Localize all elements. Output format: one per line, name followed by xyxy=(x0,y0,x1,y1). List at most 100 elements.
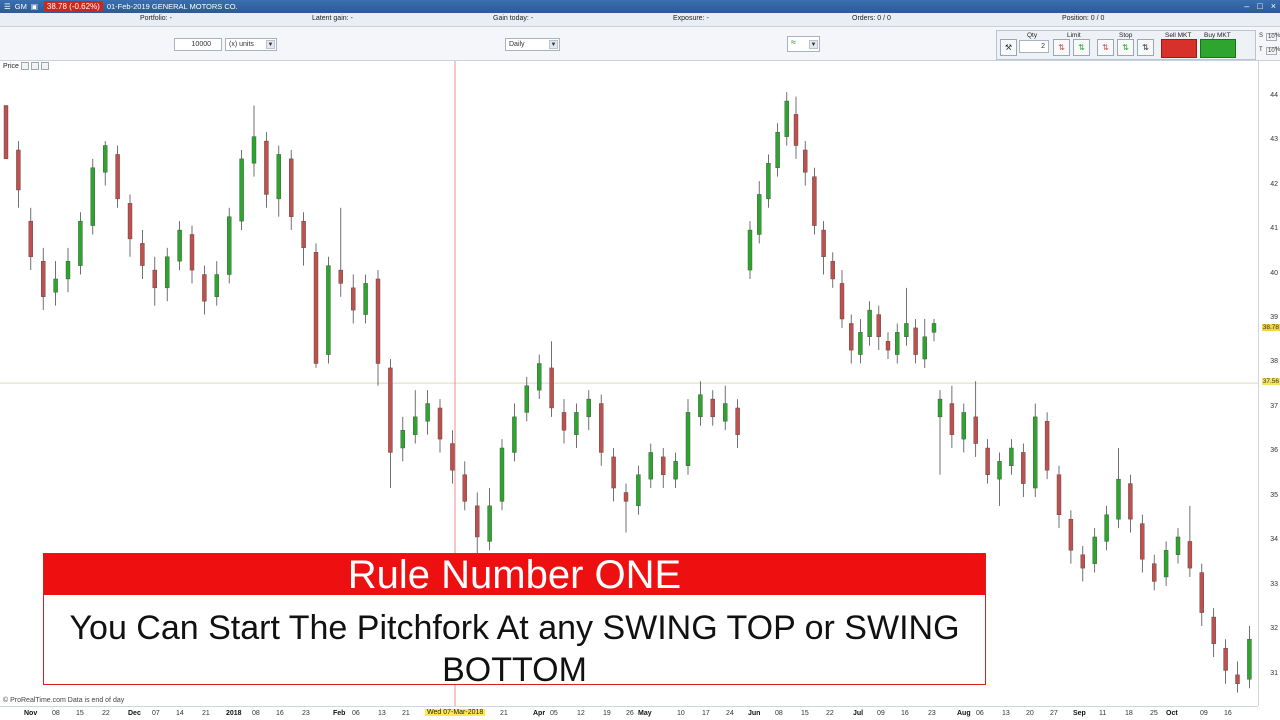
wrench-icon[interactable] xyxy=(20,62,29,70)
stop-sell-button[interactable]: ⇅ xyxy=(1097,39,1114,56)
candle xyxy=(961,403,966,453)
add-indicator-icon[interactable] xyxy=(40,62,49,70)
candle xyxy=(537,354,542,400)
candle-body xyxy=(830,260,835,280)
candle xyxy=(1235,661,1240,693)
symbol-label[interactable]: GM xyxy=(15,2,27,11)
candle-body xyxy=(648,452,653,480)
candle-body xyxy=(673,461,678,480)
x-tick-label: 13 xyxy=(378,710,386,717)
limit-buy-button[interactable]: ⇅ xyxy=(1073,39,1090,56)
info-icon[interactable]: ▣ xyxy=(31,2,38,11)
buy-market-button[interactable] xyxy=(1200,39,1236,58)
gain-today-info: Gain today: - xyxy=(493,15,534,22)
x-tick-label: Apr xyxy=(533,710,546,717)
close-icon[interactable]: × xyxy=(1271,1,1276,11)
candle xyxy=(28,207,33,271)
candle xyxy=(1223,639,1228,684)
candle-body xyxy=(264,140,269,195)
wrench-icon[interactable]: ⚒ xyxy=(1000,39,1017,56)
candle xyxy=(611,448,616,502)
orders-info[interactable]: Orders: 0 / 0 xyxy=(852,15,891,22)
candle xyxy=(1140,514,1145,573)
x-tick-label: 21 xyxy=(402,710,410,717)
candle-body xyxy=(803,149,808,173)
qty-input[interactable]: 2 xyxy=(1019,40,1049,53)
candle-body xyxy=(512,416,517,453)
y-tick-label: 42 xyxy=(1270,180,1278,188)
candle xyxy=(524,376,529,422)
candle-body xyxy=(1247,639,1252,680)
rule-body: You Can Start The Pitchfork At any SWING… xyxy=(69,609,960,689)
t-label: T xyxy=(1259,47,1263,53)
maximize-icon[interactable]: □ xyxy=(1257,1,1262,11)
rule-banner: Rule Number ONE You Can Start The Pitchf… xyxy=(43,553,986,689)
menu-icon[interactable]: ☰ xyxy=(4,2,11,11)
candle-body xyxy=(102,145,108,173)
candle xyxy=(830,252,835,288)
candle-body xyxy=(1092,536,1097,564)
x-tick-label: 21 xyxy=(202,710,210,717)
s-label: S xyxy=(1259,33,1264,39)
stop-buy-button[interactable]: ⇅ xyxy=(1117,39,1134,56)
limit-label: Limit xyxy=(1067,32,1081,39)
period-select[interactable]: Daily ▼ xyxy=(505,38,560,51)
date-axis[interactable]: Nov 08 15 22 Dec 07 14 21 2018 08 16 23 Feb 06 13 21 21 A… xyxy=(0,706,1258,720)
candle xyxy=(177,221,182,271)
candle-body xyxy=(537,363,542,391)
quantity-stepper[interactable]: 10000 xyxy=(174,38,222,51)
candle-body xyxy=(1235,674,1240,684)
candle-body xyxy=(115,154,120,200)
sell-market-button[interactable] xyxy=(1161,39,1197,58)
candle xyxy=(1128,474,1133,533)
candle xyxy=(1175,528,1181,564)
candle xyxy=(301,212,306,266)
candle xyxy=(895,323,900,364)
candle-body xyxy=(363,283,368,315)
candle-body xyxy=(895,332,900,355)
candle xyxy=(1032,403,1038,497)
candle xyxy=(747,221,753,279)
candle xyxy=(326,256,331,364)
candle-body xyxy=(524,385,529,413)
price-axis[interactable]: 44 43 42 41 40 39 38 37 36 35 34 33 32 31 38.78 37.56 xyxy=(1258,61,1280,706)
x-tick-label: 09 xyxy=(1200,710,1208,717)
position-info[interactable]: Position: 0 / 0 xyxy=(1062,15,1104,22)
candle-body xyxy=(1009,447,1014,466)
candle-body xyxy=(876,314,881,337)
candle-body xyxy=(41,260,46,297)
y-tick-label: 41 xyxy=(1270,225,1278,233)
candle-body xyxy=(973,416,978,444)
candle xyxy=(1211,608,1216,658)
candle-body xyxy=(127,203,133,240)
minimize-icon[interactable]: – xyxy=(1244,1,1249,11)
candle xyxy=(1021,443,1026,497)
candle xyxy=(102,141,108,186)
candle xyxy=(313,243,319,368)
candle xyxy=(885,332,891,360)
settings-icon[interactable] xyxy=(30,62,39,70)
x-tick-label: 08 xyxy=(252,710,260,717)
candle-body xyxy=(289,158,294,217)
x-tick-label: 26 xyxy=(626,710,634,717)
x-tick-label: Feb xyxy=(333,710,346,717)
units-select[interactable]: (x) units ▼ xyxy=(225,38,277,51)
candle-body xyxy=(1163,550,1169,578)
candle-body xyxy=(867,309,872,337)
x-tick-label: 27 xyxy=(1050,710,1058,717)
portfolio-info: Portfolio: - xyxy=(140,15,172,22)
stop-settings-button[interactable]: ⇅ xyxy=(1137,39,1154,56)
candle xyxy=(140,230,145,279)
limit-sell-button[interactable]: ⇅ xyxy=(1053,39,1070,56)
candle-body xyxy=(202,274,207,302)
qty-label: Qty xyxy=(1027,32,1038,39)
candle xyxy=(487,488,492,551)
candle-body xyxy=(65,260,71,280)
x-tick-label: 06 xyxy=(352,710,360,717)
candle-body xyxy=(177,229,182,262)
candle-body xyxy=(239,158,244,222)
candle xyxy=(586,390,591,431)
candle xyxy=(913,319,918,364)
chart-type-button[interactable]: ≈ ▼ xyxy=(787,36,820,52)
candle-body xyxy=(1116,478,1121,520)
